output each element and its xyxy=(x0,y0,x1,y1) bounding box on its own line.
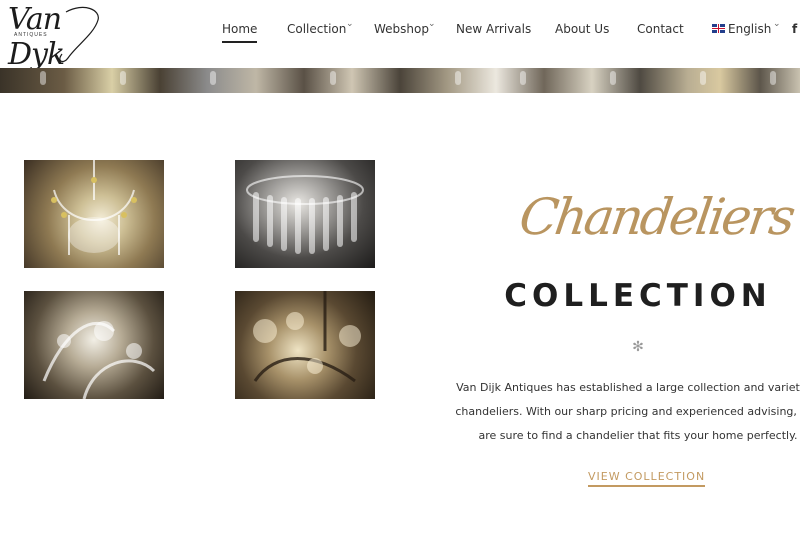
nav-item-about-us[interactable]: About Us xyxy=(555,22,609,42)
nav-item-collection[interactable]: Collection ⌄ xyxy=(287,19,354,42)
chandelier-illustration xyxy=(246,175,364,254)
nav-label: About Us xyxy=(555,22,610,36)
nav-label: New Arrivals xyxy=(456,22,532,36)
language-label: English xyxy=(728,22,772,36)
hero-title: COLLECTION xyxy=(504,278,772,314)
hero-description: Van Dijk Antiques has established a larg… xyxy=(455,381,800,442)
main-nav: Home Collection ⌄ Webshop ⌄ New Arrivals… xyxy=(0,0,800,68)
language-selector[interactable]: English ⌄ xyxy=(712,19,781,42)
nav-item-webshop[interactable]: Webshop ⌄ xyxy=(374,19,436,42)
uk-flag-icon xyxy=(712,24,725,33)
chevron-down-icon: ⌄ xyxy=(773,19,781,29)
nav-label: Home xyxy=(222,22,258,36)
chandelier-illustration xyxy=(51,160,137,255)
header-banner-image xyxy=(0,68,800,93)
nav-label: Webshop xyxy=(374,22,429,36)
nav-label: Collection xyxy=(287,22,347,36)
nav-label: Contact xyxy=(637,22,684,36)
chevron-down-icon: ⌄ xyxy=(428,19,436,29)
asterisk-icon: ✻ xyxy=(632,338,644,354)
nav-item-contact[interactable]: Contact xyxy=(637,22,684,42)
site-header: Van Dyk ANTIQUES Home Collection ⌄ Websh… xyxy=(0,0,800,72)
nav-item-home[interactable]: Home xyxy=(222,22,258,43)
chandelier-photo-1[interactable] xyxy=(24,160,164,268)
chandelier-photo-4[interactable] xyxy=(235,291,375,399)
chandelier-illustration xyxy=(42,321,156,399)
view-collection-button[interactable]: VIEW COLLECTION xyxy=(588,470,706,487)
hero-script-title: Chandeliers xyxy=(515,188,797,246)
facebook-icon[interactable]: f xyxy=(792,22,797,42)
chandelier-photo-2[interactable] xyxy=(235,160,375,268)
chandelier-illustration xyxy=(253,291,361,383)
nav-item-new-arrivals[interactable]: New Arrivals xyxy=(456,22,531,42)
chevron-down-icon: ⌄ xyxy=(346,19,354,29)
chandelier-photo-3[interactable] xyxy=(24,291,164,399)
